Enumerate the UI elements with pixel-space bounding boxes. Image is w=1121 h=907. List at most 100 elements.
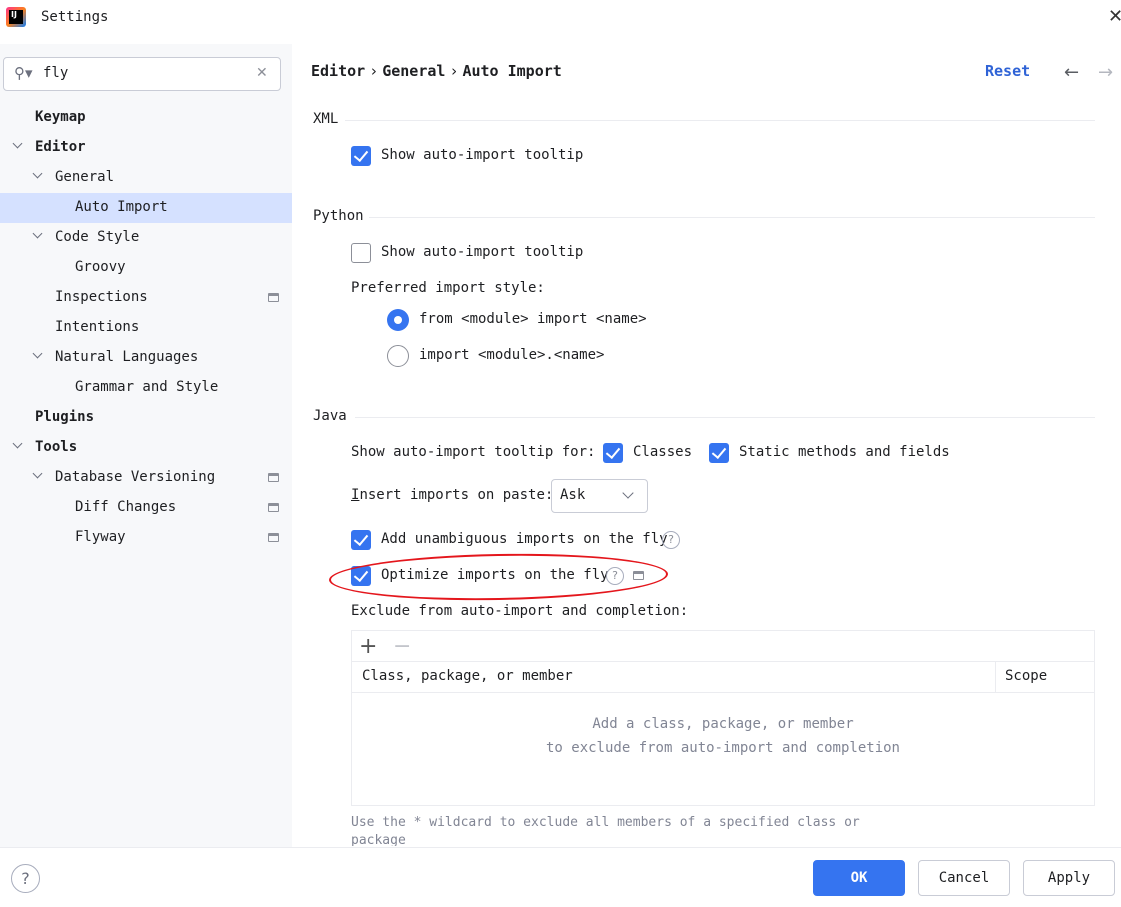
tree-item[interactable]: Groovy [0,253,292,283]
highlight-annotation [328,551,669,603]
footer-divider [0,847,1121,848]
help-icon[interactable]: ? [11,864,40,893]
breadcrumb-separator: › [369,62,379,80]
apply-button[interactable]: Apply [1023,860,1115,896]
app-icon-label: IJ [9,10,23,24]
breadcrumb: Editor › General › Auto Import [311,62,562,80]
project-scope-icon [268,473,279,482]
tree-item-label: Tools [35,439,78,455]
column-header-member[interactable]: Class, package, or member [362,668,573,684]
exclude-label: Exclude from auto-import and completion: [351,603,689,619]
chevron-down-icon[interactable] [32,350,44,362]
section-title-python: Python [313,208,364,224]
radio-import-module[interactable] [387,345,409,367]
radio-from-module-import-label[interactable]: from <module> import <name> [419,311,647,327]
search-icon[interactable]: ⚲▾ [14,64,33,82]
project-scope-icon [268,293,279,302]
section-divider [369,217,1095,218]
tree-item-label: Plugins [35,409,95,425]
tree-item[interactable]: Inspections [0,283,292,313]
empty-table-text-line1: Add a class, package, or member [592,716,854,732]
ok-button[interactable]: OK [813,860,905,896]
classes-label[interactable]: Classes [633,444,692,460]
tree-item-label: Natural Languages [55,349,199,365]
static-methods-label[interactable]: Static methods and fields [739,444,950,460]
static-methods-checkbox[interactable] [709,443,729,463]
tree-item[interactable]: Editor [0,133,292,163]
tree-item[interactable]: Flyway [0,523,292,553]
python-show-tooltip-label[interactable]: Show auto-import tooltip [381,244,583,260]
tree-item-label: Groovy [75,259,126,275]
tree-item-label: Flyway [75,529,126,545]
tree-item[interactable]: Tools [0,433,292,463]
plus-icon[interactable]: + [359,634,377,659]
tree-item[interactable]: Auto Import [0,193,292,223]
chevron-down-icon[interactable] [32,170,44,182]
xml-show-tooltip-label[interactable]: Show auto-import tooltip [381,147,583,163]
search-input[interactable]: fly [43,65,68,81]
classes-checkbox[interactable] [603,443,623,463]
tree-item[interactable]: Diff Changes [0,493,292,523]
tree-item[interactable]: General [0,163,292,193]
tree-item-label: Editor [35,139,86,155]
project-scope-icon [268,533,279,542]
chevron-down-icon[interactable] [32,230,44,242]
python-show-tooltip-checkbox[interactable] [351,243,371,263]
table-toolbar-divider [352,661,1094,662]
breadcrumb-item[interactable]: Editor [311,62,365,80]
breadcrumb-item: Auto Import [462,62,562,80]
wildcard-hint-line1: Use the * wildcard to exclude all member… [351,815,860,830]
tree-item[interactable]: Intentions [0,313,292,343]
xml-show-tooltip-checkbox[interactable] [351,146,371,166]
tree-item-label: General [55,169,115,185]
radio-import-module-label[interactable]: import <module>.<name> [419,347,604,363]
tree-item[interactable]: Plugins [0,403,292,433]
preferred-import-style-label: Preferred import style: [351,280,545,296]
wildcard-hint-line2: package [351,833,406,846]
tree-item-label: Grammar and Style [75,379,219,395]
tree-item[interactable]: Keymap [0,103,292,133]
close-icon[interactable]: ✕ [1108,6,1121,27]
arrow-left-icon[interactable]: ← [1064,62,1079,83]
section-divider [345,120,1095,121]
chevron-down-icon[interactable] [12,140,24,152]
insert-imports-dropdown-value[interactable]: Ask [560,487,585,503]
tree-item-label: Diff Changes [75,499,177,515]
window-title: Settings [41,9,109,25]
tree-item-label: Keymap [35,109,86,125]
radio-from-module-import[interactable] [387,309,409,331]
chevron-down-icon[interactable] [12,440,24,452]
tree-item-label: Auto Import [75,199,168,215]
tree-item[interactable]: Code Style [0,223,292,253]
section-title-xml: XML [313,111,339,127]
tooltip-for-label: Show auto-import tooltip for: [351,444,596,460]
project-scope-icon [268,503,279,512]
column-separator [995,662,996,692]
section-title-java: Java [313,408,347,424]
minus-icon[interactable]: − [393,634,411,659]
clear-icon[interactable]: ✕ [256,65,268,81]
add-unambiguous-label[interactable]: Add unambiguous imports on the fly [381,531,668,547]
tree-item[interactable]: Grammar and Style [0,373,292,403]
insert-imports-on-paste-label: Insert imports on paste: [351,487,553,503]
tree-item-label: Database Versioning [55,469,216,485]
chevron-down-icon[interactable] [32,470,44,482]
help-icon[interactable]: ? [662,531,680,549]
column-header-scope[interactable]: Scope [1005,668,1047,684]
cancel-button[interactable]: Cancel [918,860,1010,896]
tree-item-label: Intentions [55,319,140,335]
breadcrumb-separator: › [449,62,459,80]
tree-item-label: Code Style [55,229,140,245]
breadcrumb-item[interactable]: General [382,62,445,80]
table-header-divider [352,692,1094,693]
add-unambiguous-checkbox[interactable] [351,530,371,550]
empty-table-text-line2: to exclude from auto-import and completi… [545,740,900,756]
section-divider [355,417,1095,418]
reset-link[interactable]: Reset [985,62,1030,80]
tree-item-label: Inspections [55,289,148,305]
arrow-right-icon[interactable]: → [1098,62,1113,83]
tree-item[interactable]: Natural Languages [0,343,292,373]
insert-imports-on-paste-text: nsert imports on paste: [359,487,554,503]
tree-item[interactable]: Database Versioning [0,463,292,493]
app-icon: IJ [6,7,26,27]
